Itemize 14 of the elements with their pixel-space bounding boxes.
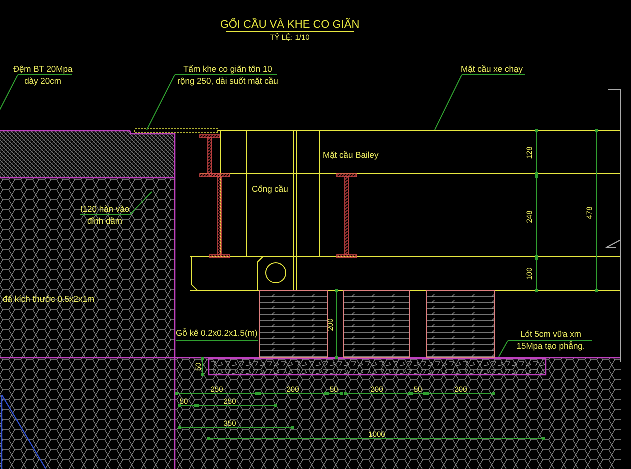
annotation-text: Đệm BT 20Mpa [13,64,73,74]
drawing-label: đá kích thước 0.5x2x1m [3,294,95,304]
annotation-text: dày 20cm [24,76,62,86]
annotation-text: Mặt cầu xe chạy [461,64,523,74]
annotation-text: Tấm khe co giãn tôn 10 [184,64,272,74]
drawing-title: GỐI CẦU VÀ KHE CO GIÃN [220,19,360,31]
annotation-text: rộng 250, dài suốt mặt cầu [178,76,278,86]
drawing-label: Mặt cầu Bailey [323,150,379,160]
annotation-text: I120 hàn vào [80,204,130,214]
annotation-text: đỉnh dầm [88,216,122,226]
annotation-text: Lót 5cm vữa xm [520,329,582,339]
annotation-text: Gỗ kê 0.2x0.2x1.5(m) [176,328,258,338]
drawing-label: Cổng cầu [252,184,288,194]
annotation-text: 15Mpa tạo phẳng. [516,341,586,351]
